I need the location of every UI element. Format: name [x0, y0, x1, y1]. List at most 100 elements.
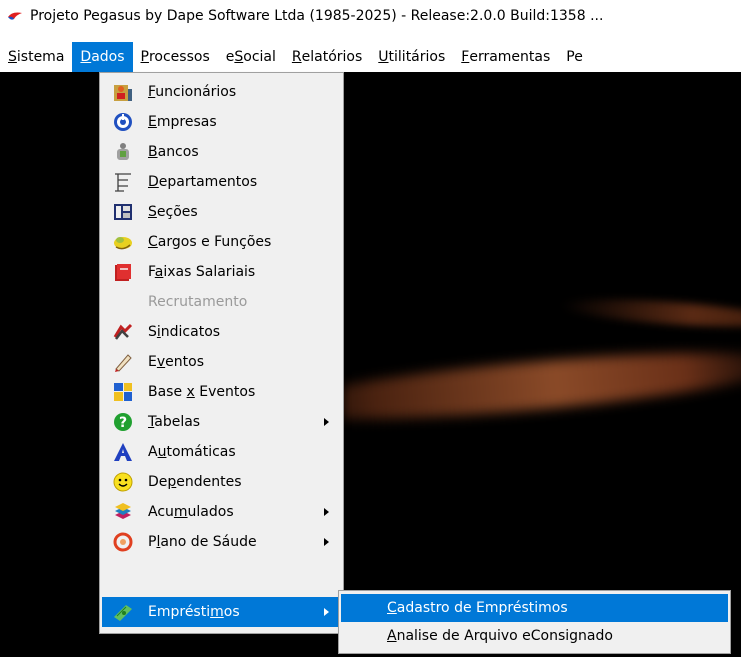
menu-mnemonic: R: [291, 49, 302, 65]
smiley-icon: [113, 472, 133, 492]
menu-item-departamentos[interactable]: Departamentos: [102, 167, 341, 197]
menu-label: elatórios: [301, 49, 363, 65]
label-mnemonic: S: [148, 204, 157, 220]
label-pre: A: [148, 444, 158, 460]
menu-item-secoes[interactable]: Seções: [102, 197, 341, 227]
label-post: Eventos: [194, 384, 256, 400]
label-post: argos e Funções: [157, 234, 272, 250]
menu-relatorios[interactable]: Relatórios: [284, 42, 370, 72]
title-bar: Projeto Pegasus by Dape Software Ltda (1…: [0, 0, 741, 32]
label-pre: Base: [148, 384, 187, 400]
org-chart-icon: [115, 173, 131, 192]
union-icon: [113, 323, 133, 340]
health-icon: [113, 532, 133, 552]
menu-mnemonic: F: [461, 49, 470, 65]
svg-text:?: ?: [119, 415, 127, 431]
menu-label: ocial: [243, 49, 276, 65]
label-mnemonic: D: [148, 174, 159, 190]
menu-label: istema: [16, 49, 65, 65]
employee-icon: [114, 85, 132, 101]
label-post: os: [223, 604, 240, 620]
label-mnemonic: x: [186, 384, 195, 400]
label-post: ndicatos: [160, 324, 221, 340]
menu-item-plano-de-saude[interactable]: Plano de Sáude: [102, 527, 341, 557]
background-streak: [559, 294, 741, 332]
menu-item-bancos[interactable]: Bancos: [102, 137, 341, 167]
label-mnemonic: m: [173, 504, 188, 520]
label-mnemonic: m: [210, 604, 224, 620]
grid-icon: [114, 383, 132, 401]
sections-icon: [114, 204, 132, 220]
menu-item-eventos[interactable]: Eventos: [102, 347, 341, 377]
dados-dropdown-menu: Funcionários Empresas Bancos Departament…: [99, 72, 344, 634]
menu-ferramentas[interactable]: Ferramentas: [453, 42, 558, 72]
menu-dados[interactable]: Dados: [72, 42, 133, 72]
menu-item-sindicatos[interactable]: Sindicatos: [102, 317, 341, 347]
label-pre: F: [148, 264, 155, 280]
events-icon: [115, 354, 132, 372]
label-post: ixas Salariais: [163, 264, 256, 280]
blank-icon: [112, 291, 134, 313]
submenu-item-cadastro-de-emprestimos[interactable]: Cadastro de Empréstimos: [341, 594, 728, 622]
menu-item-emprestimos[interactable]: Empréstimos: [102, 597, 341, 627]
menu-item-acumulados[interactable]: Acumulados: [102, 497, 341, 527]
salary-book-icon: [115, 264, 131, 281]
bank-icon: [117, 143, 129, 160]
label-post: mpresas: [156, 114, 217, 130]
label-pre: E: [148, 354, 157, 370]
menu-item-empresas[interactable]: Empresas: [102, 107, 341, 137]
menu-processos[interactable]: Processos: [133, 42, 218, 72]
menu-item-funcionarios[interactable]: Funcionários: [102, 77, 341, 107]
label-mnemonic: C: [387, 600, 397, 616]
menu-truncated[interactable]: Pe: [558, 42, 591, 72]
label-pre: Acu: [148, 504, 174, 520]
label-mnemonic: A: [387, 628, 397, 644]
help-icon: ?: [114, 413, 132, 431]
pegasus-app-icon: [8, 12, 22, 20]
menu-label: rocessos: [148, 49, 210, 65]
submenu-item-analise-de-arquivo-econsignado[interactable]: Analise de Arquivo eConsignado: [341, 622, 728, 650]
menu-label: erramentas: [469, 49, 551, 65]
label-post: ancos: [157, 144, 199, 160]
label-post: epartamentos: [158, 174, 258, 190]
label-post: ulados: [187, 504, 234, 520]
submenu-arrow-icon: [324, 608, 329, 616]
menu-item-cargos-e-funcoes[interactable]: Cargos e Funções: [102, 227, 341, 257]
menu-esocial[interactable]: e Social: [218, 42, 284, 72]
label-pre: De: [148, 474, 168, 490]
menu-item-tabelas[interactable]: ? Tabelas: [102, 407, 341, 437]
menu-item-dependentes[interactable]: Dependentes: [102, 467, 341, 497]
label-post: Recrutamento: [148, 294, 248, 310]
submenu-arrow-icon: [324, 418, 329, 426]
label-post: entos: [165, 354, 204, 370]
label-mnemonic: E: [148, 114, 157, 130]
emprestimos-submenu: Cadastro de Empréstimos Analise de Arqui…: [338, 590, 731, 654]
menu-item-automaticas[interactable]: Automáticas: [102, 437, 341, 467]
label-mnemonic: p: [167, 474, 177, 490]
label-pre: S: [148, 324, 157, 340]
menu-bar: Sistema Dados Processos e Social Relatóri…: [0, 42, 741, 72]
menu-item-recrutamento: Recrutamento: [102, 287, 341, 317]
label-post: ano de Sáude: [160, 534, 257, 550]
menu-label: tilitários: [388, 49, 446, 65]
menu-mnemonic: S: [8, 49, 17, 65]
label-post: tomáticas: [166, 444, 236, 460]
menu-item-faixas-salariais[interactable]: Faixas Salariais: [102, 257, 341, 287]
stack-icon: [115, 503, 131, 519]
label-post: adastro de Empréstimos: [396, 600, 568, 616]
auto-icon: [114, 443, 132, 461]
roles-icon: [114, 237, 132, 250]
label-post: uncionários: [155, 84, 237, 100]
menu-mnemonic: P: [140, 49, 149, 65]
menu-utilitarios[interactable]: Utilitários: [370, 42, 453, 72]
menu-label: ados: [91, 49, 125, 65]
submenu-arrow-icon: [324, 538, 329, 546]
menu-sistema[interactable]: Sistema: [0, 42, 72, 72]
menu-mnemonic: U: [378, 49, 389, 65]
label-mnemonic: B: [148, 144, 158, 160]
menu-mnemonic: S: [234, 49, 244, 65]
company-icon: [114, 113, 132, 131]
window-title: Projeto Pegasus by Dape Software Ltda (1…: [30, 8, 604, 24]
menu-mnemonic: D: [80, 49, 92, 65]
menu-item-base-x-eventos[interactable]: Base x Eventos: [102, 377, 341, 407]
